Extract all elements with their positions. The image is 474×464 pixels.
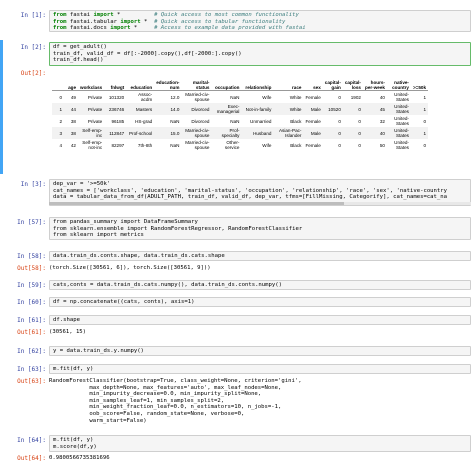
code-cell-58[interactable]: In [58]: data.train_ds.conts.shape, data…: [0, 250, 474, 274]
code-line: dep_var = '>=50k': [53, 181, 111, 187]
input-prompt: In [57]:: [17, 219, 46, 226]
code-editor[interactable]: m.fit(df, y): [49, 364, 471, 374]
code-cell-61[interactable]: In [61]: df.shape Out[61]: (30561, 15): [0, 315, 474, 339]
code-line: m.score(df,y): [53, 443, 97, 450]
input-prompt: In [62]:: [17, 348, 46, 355]
code-editor[interactable]: m.fit(df, y) m.score(df,y): [49, 435, 471, 452]
code-line: df.shape: [53, 317, 80, 323]
output-prompt: Out[63]:: [17, 378, 46, 385]
code-cell-1[interactable]: In [1]: from fastai import * # Quick acc…: [0, 8, 474, 34]
code-cell-57[interactable]: In [57]: from pandas_summary import Data…: [0, 216, 474, 244]
table-header-row: age workclass fnlwgt education education…: [52, 74, 428, 91]
code-line: from fastai import * # Quick access to m…: [53, 12, 299, 18]
dataframe-table: age workclass fnlwgt education education…: [52, 74, 428, 151]
input-prompt: In [63]:: [17, 366, 46, 373]
code-cell-2[interactable]: In [2]: df = get_adult() train_df, valid…: [0, 40, 474, 174]
code-line: data = tabular_data_from_df(ADULT_PATH, …: [53, 194, 448, 201]
code-cell-59[interactable]: In [59]: cats,conts = data.train_ds.cats…: [0, 280, 474, 292]
code-line: df = get_adult(): [53, 44, 107, 50]
code-line: df = np.concatenate((cats, conts), axis=…: [53, 299, 195, 305]
code-editor[interactable]: data.train_ds.conts.shape, data.train_ds…: [49, 251, 471, 261]
input-prompt: In [61]:: [17, 317, 46, 324]
table-row: 2 38 Private 96185 HS-grad NaN Divorced NaN Unma…: [59, 116, 426, 126]
code-line: from sklearn.ensemble import RandomFores…: [53, 225, 303, 232]
output-prompt: Out[58]:: [17, 265, 46, 272]
input-prompt: In [3]:: [20, 181, 46, 188]
code-cell-64[interactable]: In [64]: m.fit(df, y) m.score(df,y) Out[…: [0, 434, 474, 464]
input-prompt: In [1]:: [20, 12, 46, 19]
code-editor[interactable]: from fastai import * # Quick access to m…: [49, 10, 471, 32]
code-line: from fastai.tabular import * # Quick acc…: [53, 18, 286, 25]
code-editor[interactable]: df = get_adult() train_df, valid_df = df…: [49, 42, 471, 66]
cell-output: RandomForestClassifier(bootstrap=True, c…: [49, 378, 302, 424]
cell-output: (torch.Size([30561, 6]), torch.Size([305…: [49, 265, 211, 271]
code-line: m.fit(df, y): [53, 366, 94, 372]
code-editor[interactable]: y = data.train_ds.y.numpy(): [49, 346, 471, 356]
table-row: 4 42 Self-emp-not-inc 82297 7th-8th NaN Marrie…: [59, 140, 426, 150]
code-line: data.train_ds.conts.shape, data.train_ds…: [53, 253, 225, 259]
code-line: from sklearn import metrics: [53, 232, 144, 239]
code-line: m.fit(df, y): [53, 437, 94, 443]
code-editor[interactable]: df = np.concatenate((cats, conts), axis=…: [49, 297, 471, 307]
code-line: from pandas_summary import DataFrameSumm…: [53, 219, 198, 225]
code-editor[interactable]: from pandas_summary import DataFrameSumm…: [49, 217, 471, 240]
output-prompt: Out[2]:: [20, 70, 46, 77]
input-prompt: In [59]:: [17, 282, 46, 289]
input-prompt: In [58]:: [17, 253, 46, 260]
code-cell-62[interactable]: In [62]: y = data.train_ds.y.numpy(): [0, 346, 474, 358]
horizontal-scrollbar[interactable]: [49, 202, 471, 205]
code-line: cat_names = ['workclass', 'education', '…: [53, 187, 448, 194]
cell-output: (30561, 15): [49, 329, 87, 335]
table-row: 0 49 Private 101320 Assoc-acdm 12.0 Married-ci…: [59, 92, 426, 102]
output-prompt: Out[61]:: [17, 329, 46, 336]
code-line: train_df, valid_df = df[:-2000].copy(),d…: [53, 50, 242, 57]
input-prompt: In [64]:: [17, 437, 46, 444]
scrollbar-thumb[interactable]: [49, 202, 345, 205]
code-line: cats,conts = data.train_ds.cats.numpy(),…: [53, 282, 283, 288]
code-cell-63[interactable]: In [63]: m.fit(df, y) Out[63]: RandomFor…: [0, 364, 474, 428]
code-line: from fastai.docs import * # Access to ex…: [53, 25, 306, 32]
table-row: 3 38 Self-emp-inc 112847 Prof-school 15.0 Marr…: [52, 127, 428, 139]
input-prompt: In [60]:: [17, 299, 46, 306]
cell-output: 0.9800566735381696: [49, 455, 110, 461]
code-editor[interactable]: df.shape: [49, 315, 471, 325]
input-prompt: In [2]:: [20, 44, 46, 51]
table-row: 1 44 Private 236746 Masters 14.0 Divorced Exec-…: [52, 103, 428, 115]
code-cell-3[interactable]: In [3]: dep_var = '>=50k' cat_names = ['…: [0, 178, 474, 210]
code-line: train_df.head(): [53, 57, 104, 64]
output-prompt: Out[64]:: [17, 455, 46, 462]
code-cell-60[interactable]: In [60]: df = np.concatenate((cats, cont…: [0, 297, 474, 309]
code-line: y = data.train_ds.y.numpy(): [53, 348, 144, 354]
code-editor[interactable]: cats,conts = data.train_ds.cats.numpy(),…: [49, 280, 471, 290]
